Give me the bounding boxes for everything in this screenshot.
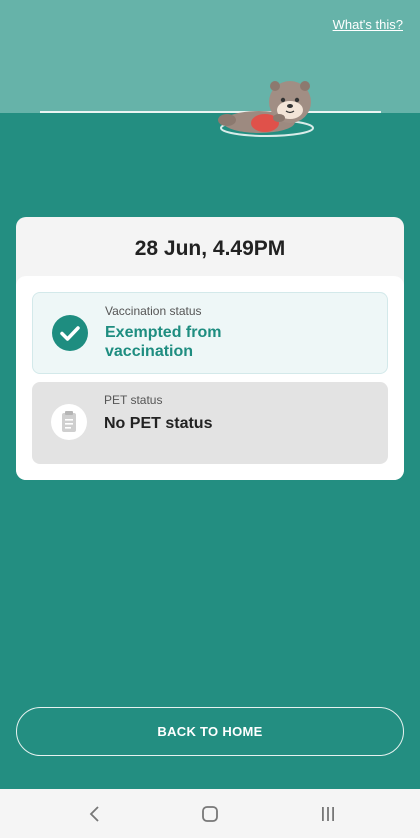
home-icon[interactable] bbox=[197, 801, 223, 827]
status-list: Vaccination status Exempted from vaccina… bbox=[16, 276, 404, 480]
check-datetime: 28 Jun, 4.49PM bbox=[134, 237, 286, 260]
pet-status-value: No PET status bbox=[104, 415, 213, 432]
whats-this-link[interactable]: What's this? bbox=[333, 17, 403, 32]
otter-mascot-icon bbox=[218, 81, 314, 137]
back-icon[interactable] bbox=[82, 801, 108, 827]
clipboard-icon bbox=[51, 404, 87, 440]
recents-icon[interactable] bbox=[315, 801, 341, 827]
vaccination-status-panel: Vaccination status Exempted from vaccina… bbox=[32, 292, 388, 374]
vaccination-status-label: Vaccination status bbox=[105, 304, 202, 318]
vaccination-status-value: Exempted from vaccination bbox=[105, 324, 222, 360]
pet-status-label: PET status bbox=[104, 393, 163, 407]
waterline bbox=[40, 111, 381, 113]
status-card: 28 Jun, 4.49PM Vaccination status Exempt… bbox=[16, 217, 404, 480]
back-to-home-button[interactable]: BACK TO HOME bbox=[16, 707, 404, 756]
pet-status-panel: PET status No PET status bbox=[32, 382, 388, 464]
system-navbar bbox=[0, 789, 420, 838]
check-circle-icon bbox=[52, 315, 88, 351]
